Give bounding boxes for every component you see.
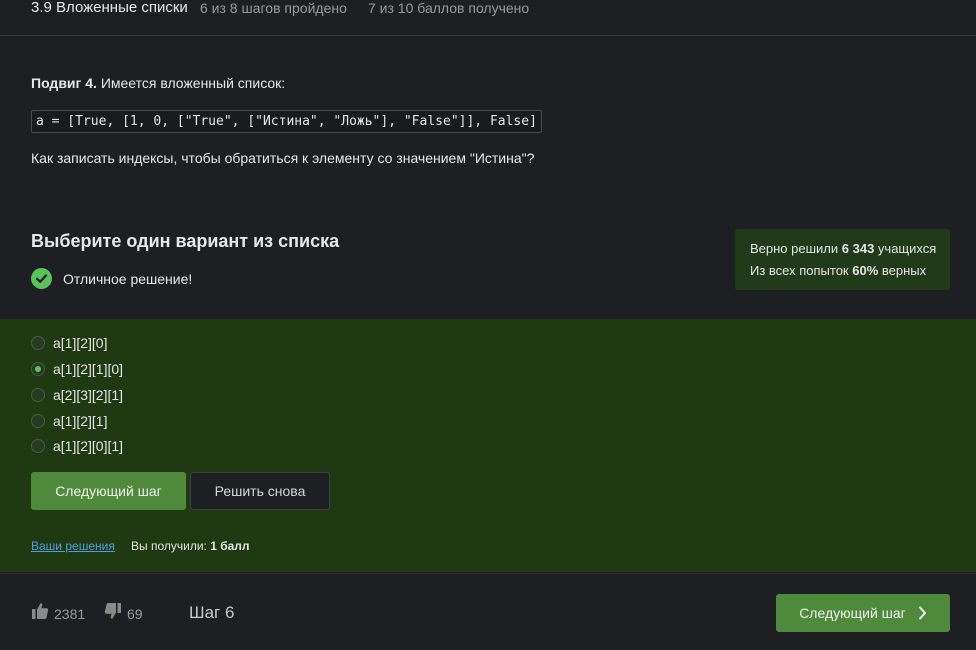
- lesson-header: 3.9 Вложенные списки 6 из 8 шагов пройде…: [0, 0, 976, 36]
- dislike-button[interactable]: 69: [104, 602, 143, 625]
- stats-attempts-percent: 60%: [852, 263, 879, 278]
- choose-title: Выберите один вариант из списка: [31, 231, 340, 251]
- option-item[interactable]: a[2][3][2][1]: [31, 387, 123, 403]
- thumbs-up-icon: [31, 602, 49, 625]
- likes-count: 2381: [54, 605, 86, 622]
- footer-next-label: Следующий шаг: [799, 605, 906, 621]
- answers-panel: a[1][2][0] a[1][2][1][0] a[2][3][2][1] a…: [0, 319, 976, 572]
- success-message: Отличное решение!: [31, 268, 192, 289]
- option-label[interactable]: a[1][2][1]: [53, 413, 107, 429]
- result-pre: Вы получили:: [131, 539, 211, 553]
- stats-attempts-post: верных: [878, 263, 927, 278]
- task-title-text: Имеется вложенный список:: [96, 75, 286, 91]
- lesson-title[interactable]: 3.9 Вложенные списки: [31, 0, 188, 16]
- stats-solved-count: 6 343: [841, 241, 875, 256]
- radio-dot-icon: [35, 366, 41, 372]
- steps-progress: 6 из 8 шагов пройдено: [200, 0, 347, 16]
- step-footer: 2381 69 Шаг 6 Следующий шаг: [0, 573, 976, 650]
- step-number: Шаг 6: [189, 603, 235, 622]
- points-progress: 7 из 10 баллов получено: [368, 0, 530, 16]
- option-label[interactable]: a[2][3][2][1]: [53, 387, 123, 403]
- radio-button[interactable]: [31, 388, 45, 402]
- footer-next-step-button[interactable]: Следующий шаг: [776, 594, 950, 632]
- task-title-bold: Подвиг 4.: [31, 75, 97, 91]
- stats-solved-line: Верно решили 6 343 учащихся: [750, 238, 950, 260]
- next-step-button[interactable]: Следующий шаг: [31, 472, 186, 510]
- radio-button[interactable]: [31, 439, 45, 453]
- stats-solved-pre: Верно решили: [750, 241, 842, 256]
- option-item[interactable]: a[1][2][1][0]: [31, 361, 123, 377]
- your-solutions-link[interactable]: Ваши решения: [31, 539, 115, 553]
- task-title: Подвиг 4. Имеется вложенный список:: [31, 75, 285, 91]
- radio-button[interactable]: [31, 414, 45, 428]
- result-text: Вы получили: 1 балл: [131, 539, 250, 553]
- check-circle-icon: [31, 268, 52, 289]
- stats-solved-post: учащихся: [874, 241, 937, 256]
- radio-button-selected[interactable]: [31, 362, 45, 376]
- success-text: Отличное решение!: [63, 270, 193, 287]
- task-question: Как записать индексы, чтобы обратиться к…: [31, 150, 535, 166]
- chevron-right-icon: [918, 606, 927, 620]
- option-label[interactable]: a[1][2][1][0]: [53, 361, 123, 377]
- like-button[interactable]: 2381: [31, 602, 85, 625]
- option-item[interactable]: a[1][2][1]: [31, 413, 107, 429]
- option-label[interactable]: a[1][2][0]: [53, 335, 107, 351]
- stats-attempts-pre: Из всех попыток: [750, 263, 853, 278]
- option-label[interactable]: a[1][2][0][1]: [53, 438, 123, 454]
- option-item[interactable]: a[1][2][0]: [31, 335, 107, 351]
- thumbs-down-icon: [104, 602, 122, 625]
- retry-button[interactable]: Решить снова: [190, 472, 330, 510]
- code-snippet: a = [True, [1, 0, ["True", ["Истина", "Л…: [31, 110, 542, 133]
- result-value: 1 балл: [210, 539, 250, 553]
- option-item[interactable]: a[1][2][0][1]: [31, 438, 123, 454]
- stats-attempts-line: Из всех попыток 60% верных: [750, 260, 950, 282]
- solve-stats: Верно решили 6 343 учащихся Из всех попы…: [735, 229, 950, 290]
- radio-button[interactable]: [31, 336, 45, 350]
- dislikes-count: 69: [127, 605, 143, 622]
